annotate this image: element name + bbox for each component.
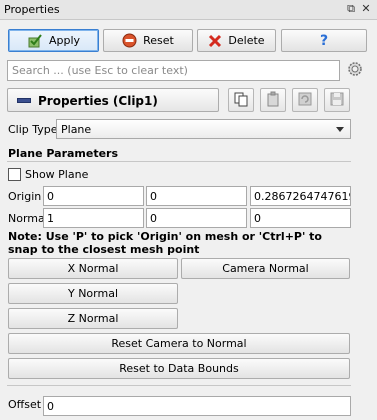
- origin-z-field[interactable]: 0.286726474761962: [250, 186, 351, 206]
- help-button[interactable]: ?: [281, 29, 367, 52]
- save-defaults-button[interactable]: [324, 88, 350, 112]
- normal-z-field[interactable]: 0: [250, 208, 351, 228]
- normal-y-field[interactable]: 0: [146, 208, 247, 228]
- x-normal-button[interactable]: X Normal: [8, 258, 178, 279]
- paste-icon: [265, 91, 281, 110]
- normal-x-field[interactable]: 1: [43, 208, 144, 228]
- camera-normal-label: Camera Normal: [222, 262, 309, 275]
- y-normal-button[interactable]: Y Normal: [8, 283, 178, 304]
- reset-camera-to-normal-button[interactable]: Reset Camera to Normal: [8, 333, 350, 354]
- origin-y-field[interactable]: 0: [146, 186, 247, 206]
- search-input[interactable]: Search ... (use Esc to clear text): [7, 60, 340, 81]
- clip-type-value: Plane: [61, 123, 92, 136]
- origin-x-field[interactable]: 0: [43, 186, 144, 206]
- show-plane-checkbox[interactable]: [8, 168, 21, 181]
- reset-to-data-bounds-button[interactable]: Reset to Data Bounds: [8, 358, 350, 379]
- offset-value: 0: [47, 400, 54, 413]
- reset-bounds-label: Reset to Data Bounds: [119, 362, 239, 375]
- y-normal-label: Y Normal: [67, 287, 118, 300]
- apply-icon: [27, 33, 43, 49]
- properties-section-header[interactable]: Properties (Clip1): [7, 88, 219, 112]
- normal-z-value: 0: [254, 212, 261, 225]
- delete-icon: [208, 34, 222, 48]
- paste-button[interactable]: [260, 88, 286, 112]
- camera-normal-button[interactable]: Camera Normal: [181, 258, 350, 279]
- advanced-settings-button[interactable]: [344, 59, 366, 81]
- pick-note: Note: Use 'P' to pick 'Origin' on mesh o…: [8, 230, 322, 256]
- apply-label: Apply: [48, 34, 81, 47]
- collapse-icon: [17, 98, 31, 103]
- copy-button[interactable]: [228, 88, 254, 112]
- reset-icon: [122, 33, 137, 48]
- offset-field[interactable]: 0: [43, 396, 351, 416]
- x-normal-label: X Normal: [67, 262, 119, 275]
- origin-z-value: 0.286726474761962: [254, 190, 350, 203]
- reset-button[interactable]: Reset: [103, 29, 193, 52]
- reset-label: Reset: [143, 34, 174, 47]
- plane-parameters-title: Plane Parameters: [8, 147, 119, 160]
- close-icon[interactable]: ✕: [359, 2, 373, 16]
- offset-label: Offset: [8, 398, 42, 411]
- search-placeholder: Search ... (use Esc to clear text): [12, 64, 188, 77]
- restore-icon: [297, 91, 313, 110]
- chevron-down-icon: [336, 127, 344, 132]
- restore-defaults-button[interactable]: [292, 88, 318, 112]
- normal-x-value: 1: [47, 212, 54, 225]
- help-icon: ?: [319, 32, 329, 49]
- normal-y-value: 0: [150, 212, 157, 225]
- z-normal-label: Z Normal: [67, 312, 119, 325]
- delete-label: Delete: [228, 34, 265, 47]
- divider: [7, 161, 351, 162]
- clip-type-select[interactable]: Plane: [56, 119, 351, 139]
- gear-icon: [346, 60, 364, 81]
- float-icon[interactable]: ⧉: [344, 2, 358, 16]
- show-plane-label: Show Plane: [25, 168, 89, 181]
- reset-camera-label: Reset Camera to Normal: [111, 337, 247, 350]
- origin-label: Origin: [8, 190, 42, 203]
- normal-label: Normal: [8, 212, 48, 225]
- z-normal-button[interactable]: Z Normal: [8, 308, 178, 329]
- origin-x-value: 0: [47, 190, 54, 203]
- apply-button[interactable]: Apply: [8, 29, 99, 52]
- panel-title: Properties: [4, 3, 60, 16]
- panel-titlebar: Properties ⧉ ✕: [0, 0, 377, 20]
- save-icon: [329, 91, 345, 110]
- clip-type-label: Clip Type: [8, 123, 58, 136]
- origin-y-value: 0: [150, 190, 157, 203]
- divider: [7, 385, 351, 386]
- copy-icon: [233, 91, 249, 110]
- section-title: Properties (Clip1): [38, 94, 158, 108]
- delete-button[interactable]: Delete: [197, 29, 276, 52]
